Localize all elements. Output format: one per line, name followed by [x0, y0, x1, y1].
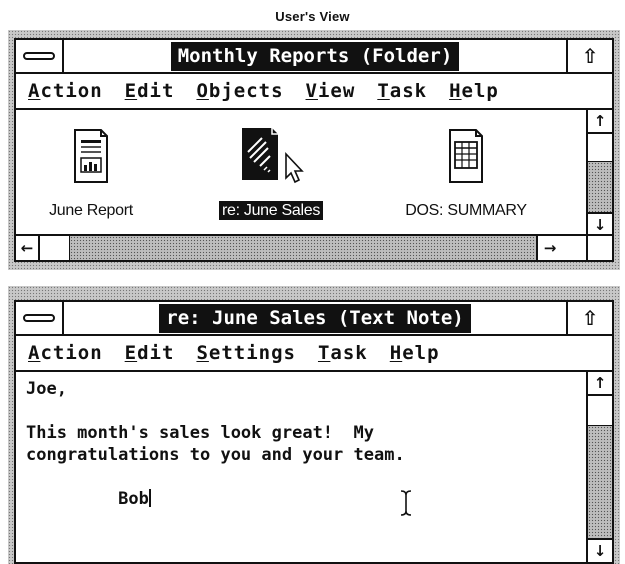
note-line: This month's sales look great! My	[26, 423, 374, 443]
system-menu-button[interactable]	[16, 40, 64, 72]
figure-caption: User's View	[275, 9, 350, 24]
system-menu-icon	[23, 314, 55, 322]
window-title: Monthly Reports (Folder)	[64, 40, 566, 72]
item-label: DOS: SUMMARY	[405, 202, 527, 219]
vertical-scrollbar[interactable]: ↑ ↓	[586, 110, 612, 238]
scroll-thumb[interactable]	[40, 236, 70, 260]
maximize-button[interactable]: ⇧	[566, 302, 612, 334]
system-menu-button[interactable]	[16, 302, 64, 334]
menu-settings[interactable]: Settings	[196, 342, 296, 364]
mouse-pointer-icon	[285, 151, 304, 184]
title-bar[interactable]: Monthly Reports (Folder) ⇧	[16, 40, 612, 74]
menu-bar: Action Edit Settings Task Help	[16, 336, 612, 372]
resize-corner[interactable]	[586, 234, 612, 260]
window-title: re: June Sales (Text Note)	[64, 302, 566, 334]
note-line: congratulations to you and your team.	[26, 445, 405, 465]
report-document-icon	[74, 129, 108, 183]
folder-item-re-june-sales[interactable]: re: June Sales	[196, 126, 346, 236]
title-bar[interactable]: re: June Sales (Text Note) ⇧	[16, 302, 612, 336]
menu-help[interactable]: Help	[449, 80, 499, 102]
menu-help[interactable]: Help	[390, 342, 440, 364]
menu-task[interactable]: Task	[318, 342, 368, 364]
maximize-button[interactable]: ⇧	[566, 40, 612, 72]
menu-view[interactable]: View	[306, 80, 356, 102]
scroll-up-arrow-icon[interactable]: ↑	[588, 110, 612, 134]
note-text-area[interactable]: Joe, This month's sales look great! My con…	[16, 372, 588, 562]
menu-edit[interactable]: Edit	[125, 342, 175, 364]
horizontal-scrollbar[interactable]: ← →	[16, 234, 586, 260]
text-caret	[148, 489, 151, 507]
scroll-right-arrow-icon[interactable]: →	[536, 236, 562, 260]
text-note-window: re: June Sales (Text Note) ⇧ Action Edit S…	[14, 300, 614, 564]
item-label: June Report	[49, 202, 133, 219]
scroll-up-arrow-icon[interactable]: ↑	[588, 372, 612, 396]
item-label: re: June Sales	[196, 201, 346, 220]
scroll-down-arrow-icon[interactable]: ↓	[588, 212, 612, 236]
scroll-track[interactable]	[588, 426, 612, 538]
scroll-left-arrow-icon[interactable]: ←	[16, 236, 40, 260]
folder-item-dos-summary[interactable]: DOS: SUMMARY	[391, 126, 541, 236]
text-note-icon	[242, 128, 304, 184]
note-line: Joe,	[26, 379, 67, 399]
note-line: Bob	[26, 489, 151, 509]
note-line	[26, 400, 588, 422]
note-line	[26, 466, 588, 488]
spreadsheet-icon	[449, 129, 483, 183]
menu-edit[interactable]: Edit	[125, 80, 175, 102]
scroll-down-arrow-icon[interactable]: ↓	[588, 538, 612, 562]
vertical-scrollbar[interactable]: ↑ ↓	[586, 372, 612, 562]
folder-contents: June Report re: June Sales DOS: SUMMARY	[16, 110, 588, 238]
scroll-track[interactable]	[70, 236, 536, 260]
scroll-thumb[interactable]	[588, 396, 612, 426]
menu-action[interactable]: Action	[28, 80, 103, 102]
desktop-background: Monthly Reports (Folder) ⇧ Action Edit Obj…	[8, 30, 620, 270]
folder-item-june-report[interactable]: June Report	[16, 126, 166, 236]
scroll-track[interactable]	[588, 162, 612, 212]
menu-action[interactable]: Action	[28, 342, 103, 364]
folder-window: Monthly Reports (Folder) ⇧ Action Edit Obj…	[14, 38, 614, 262]
menu-task[interactable]: Task	[377, 80, 427, 102]
i-beam-cursor-icon	[400, 490, 412, 516]
menu-objects[interactable]: Objects	[196, 80, 283, 102]
desktop-background: re: June Sales (Text Note) ⇧ Action Edit S…	[8, 286, 620, 564]
menu-bar: Action Edit Objects View Task Help	[16, 74, 612, 110]
scroll-thumb[interactable]	[588, 134, 612, 162]
system-menu-icon	[23, 52, 55, 60]
